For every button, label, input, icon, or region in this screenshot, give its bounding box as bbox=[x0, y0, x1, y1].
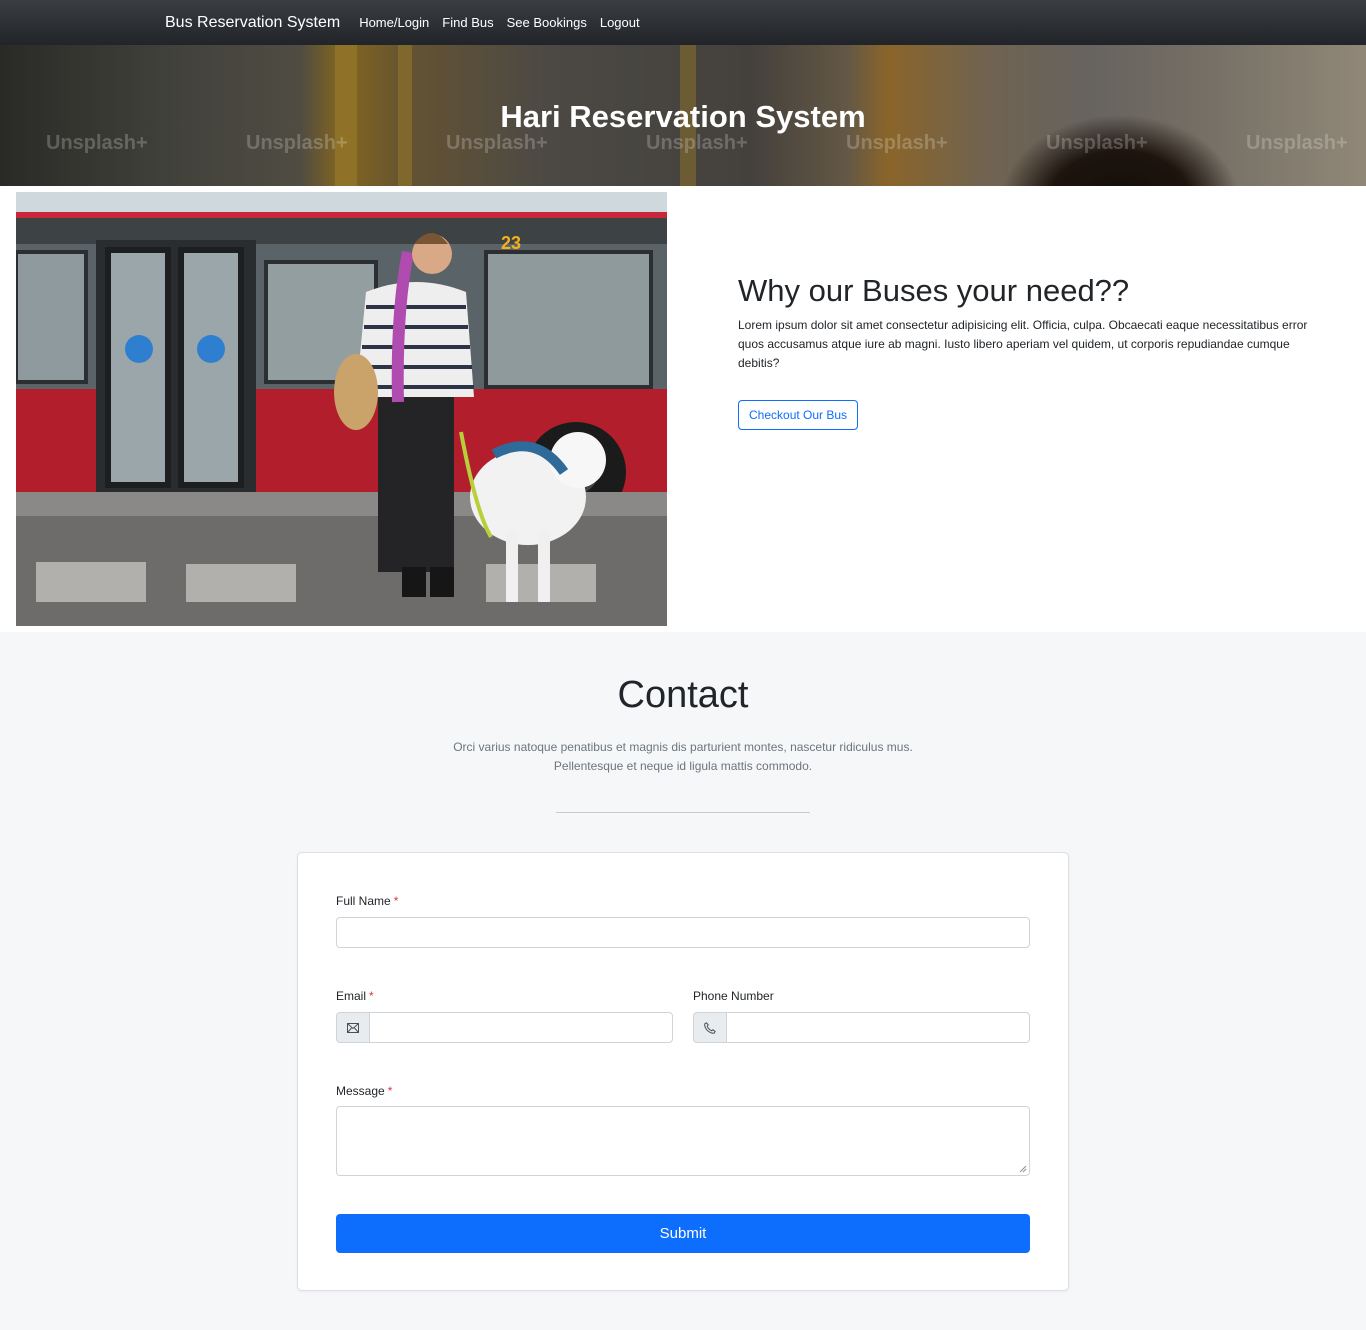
required-mark: * bbox=[393, 894, 399, 908]
email-input[interactable] bbox=[369, 1012, 673, 1043]
hero-title: Hari Reservation System bbox=[500, 99, 866, 134]
resize-handle-icon[interactable] bbox=[1019, 1165, 1027, 1173]
bus-route-number: 23 bbox=[501, 233, 521, 253]
phone-input[interactable] bbox=[726, 1012, 1030, 1043]
section-divider bbox=[556, 812, 810, 813]
contact-lead-line: Pellentesque et neque id ligula mattis c… bbox=[553, 759, 813, 773]
envelope-icon bbox=[336, 1012, 370, 1043]
message-textarea[interactable] bbox=[336, 1106, 1030, 1176]
about-body: Lorem ipsum dolor sit amet consectetur a… bbox=[738, 318, 1308, 370]
about-heading: Why our Buses your need?? bbox=[738, 273, 1130, 308]
bus-photo-illustration: 23 bbox=[16, 192, 667, 626]
contact-lead-line: Orci varius natoque penatibus et magnis … bbox=[453, 740, 913, 754]
nav-link-see-bookings[interactable]: See Bookings bbox=[507, 15, 587, 30]
contact-lead: Orci varius natoque penatibus et magnis … bbox=[0, 738, 1366, 776]
about-section: 23 Why our Buses your need?? Lorem ipsum… bbox=[0, 186, 1366, 632]
nav-link-find-bus[interactable]: Find Bus bbox=[442, 15, 493, 30]
nav-link-logout[interactable]: Logout bbox=[600, 15, 640, 30]
email-label: Email * bbox=[336, 989, 374, 1003]
navbar: Bus Reservation System Home/Login Find B… bbox=[0, 0, 1366, 45]
full-name-input[interactable] bbox=[336, 917, 1030, 948]
required-mark: * bbox=[369, 989, 374, 1003]
hero-banner: Unsplash+ Unsplash+ Unsplash+ Unsplash+ … bbox=[0, 45, 1366, 186]
contact-form: Full Name * Email * Phone Number Message * … bbox=[297, 852, 1069, 1291]
about-text: Why our Buses your need?? Lorem ipsum do… bbox=[738, 272, 1323, 430]
contact-section: Contact Orci varius natoque penatibus et… bbox=[0, 632, 1366, 1330]
telephone-icon bbox=[693, 1012, 727, 1043]
full-name-label-text: Full Name bbox=[336, 894, 391, 908]
full-name-label: Full Name * bbox=[336, 894, 398, 908]
bus-photo: 23 bbox=[16, 192, 667, 626]
message-label: Message * bbox=[336, 1084, 392, 1098]
contact-title: Contact bbox=[617, 674, 749, 716]
checkout-bus-button[interactable]: Checkout Our Bus bbox=[738, 400, 859, 430]
message-label-text: Message bbox=[336, 1084, 385, 1098]
required-mark: * bbox=[387, 1084, 393, 1098]
email-label-text: Email bbox=[336, 989, 367, 1003]
phone-label: Phone Number bbox=[693, 989, 774, 1003]
submit-button[interactable]: Submit bbox=[336, 1214, 1030, 1253]
navbar-brand[interactable]: Bus Reservation System bbox=[165, 14, 340, 32]
nav-link-home-login[interactable]: Home/Login bbox=[359, 15, 429, 30]
